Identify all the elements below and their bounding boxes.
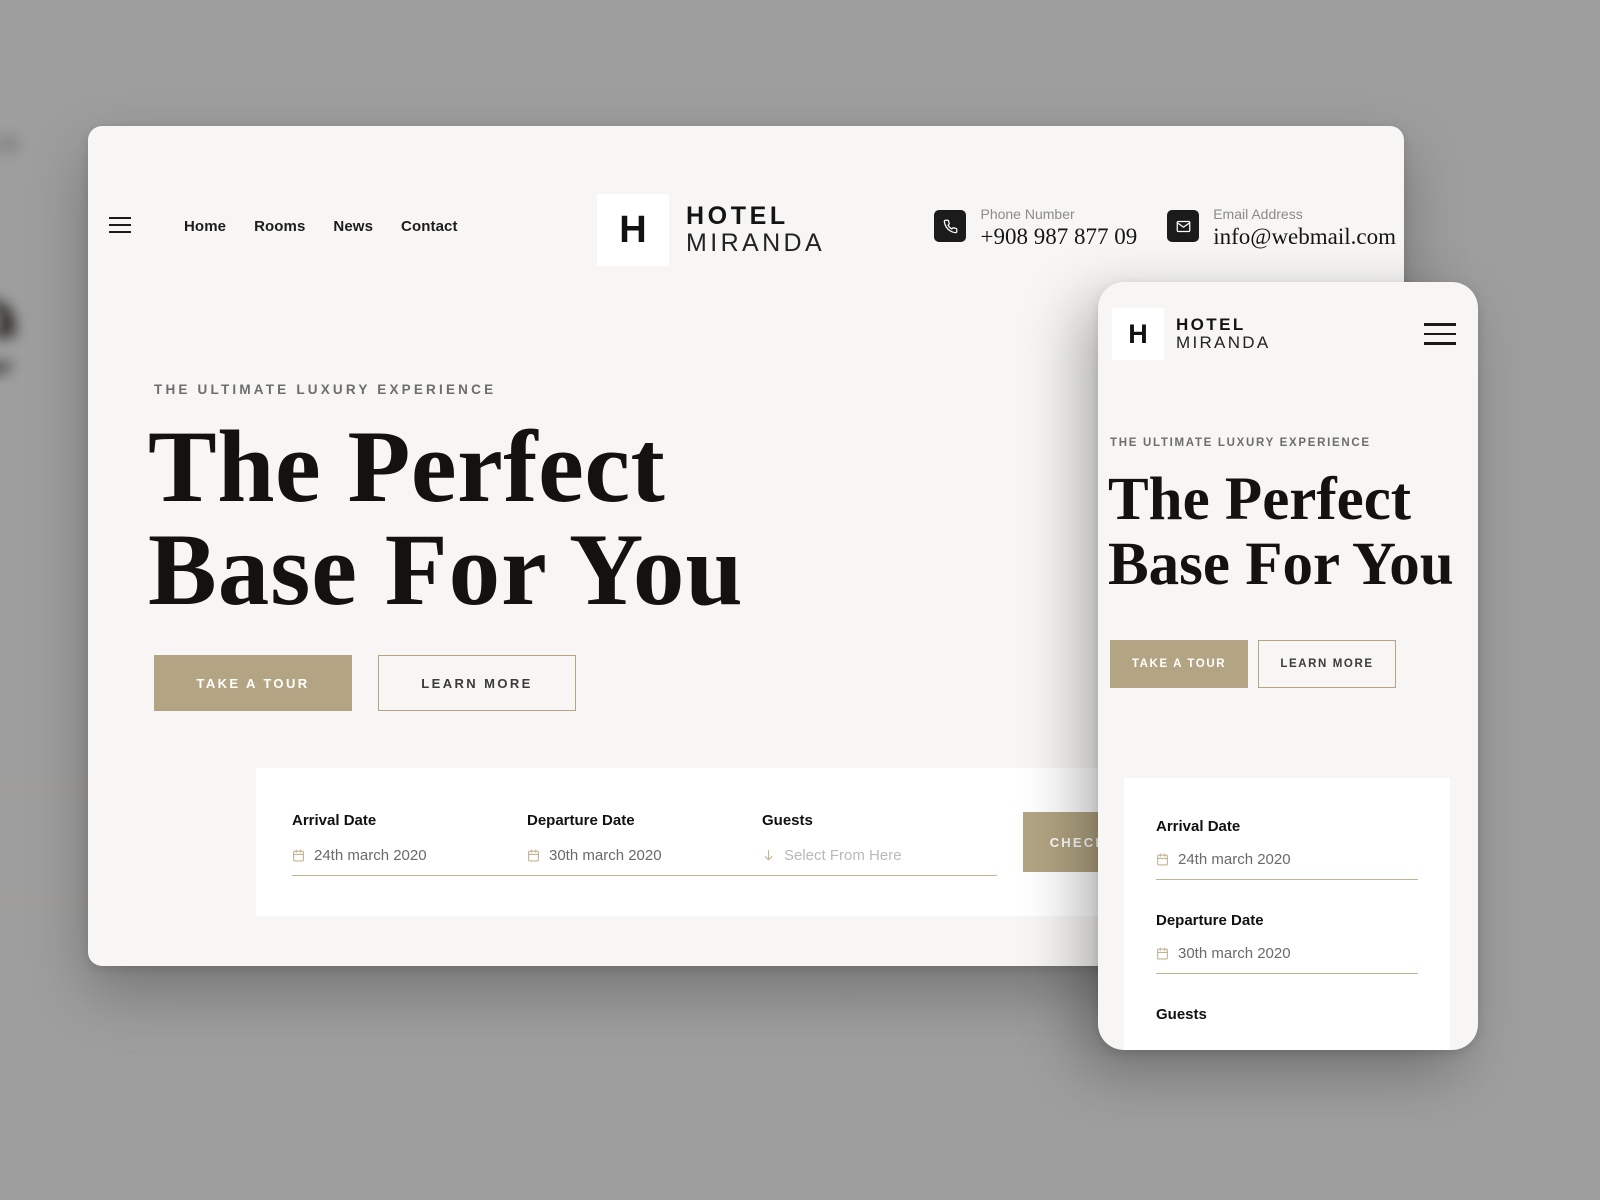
mobile-hero-eyebrow: THE ULTIMATE LUXURY EXPERIENCE bbox=[1110, 437, 1371, 449]
hamburger-bar bbox=[109, 217, 131, 219]
background-eyebrow-fragment: NCE bbox=[0, 135, 23, 156]
mobile-arrival-date-label: Arrival Date bbox=[1156, 818, 1241, 835]
logo-mark-h: H bbox=[1112, 308, 1164, 360]
mobile-departure-date-label: Departure Date bbox=[1156, 912, 1264, 929]
contact-email-label: Email Address bbox=[1213, 206, 1303, 222]
guests-placeholder: Select From Here bbox=[784, 847, 902, 864]
guests-label: Guests bbox=[762, 812, 813, 829]
mobile-arrival-date-input[interactable]: 24th march 2020 bbox=[1156, 851, 1418, 880]
nav-item-news[interactable]: News bbox=[333, 218, 373, 235]
envelope-icon bbox=[1167, 210, 1200, 242]
mobile-departure-date-value: 30th march 2020 bbox=[1178, 945, 1291, 962]
mobile-logo-name-line-2: MIRANDA bbox=[1176, 333, 1271, 352]
desktop-hero-title-line-2: Base For You bbox=[148, 513, 744, 627]
site-logo[interactable]: H HOTEL MIRANDA bbox=[597, 194, 825, 266]
calendar-icon bbox=[528, 849, 539, 862]
calendar-icon bbox=[1157, 947, 1168, 960]
mobile-arrival-date-field[interactable]: Arrival Date 24th march 2020 bbox=[1156, 818, 1418, 880]
mobile-hamburger-menu-icon[interactable] bbox=[1424, 323, 1456, 345]
nav-item-contact[interactable]: Contact bbox=[401, 218, 458, 235]
logo-name-line-2: MIRANDA bbox=[686, 229, 826, 257]
departure-date-label: Departure Date bbox=[527, 812, 635, 829]
logo-wordmark: HOTEL MIRANDA bbox=[686, 203, 825, 257]
mobile-hero-title-line-2: Base For You bbox=[1108, 531, 1454, 599]
mobile-departure-date-input[interactable]: 30th march 2020 bbox=[1156, 945, 1418, 974]
contact-email-value: info@webmail.com bbox=[1213, 224, 1396, 249]
mobile-site-logo[interactable]: H HOTEL MIRANDA bbox=[1112, 308, 1271, 360]
arrival-date-label: Arrival Date bbox=[292, 812, 377, 829]
arrival-date-field[interactable]: Arrival Date 24th march 2020 bbox=[292, 812, 527, 876]
mobile-departure-date-field[interactable]: Departure Date 30th march 2020 bbox=[1156, 912, 1418, 974]
contact-phone-value: +908 987 877 09 bbox=[980, 224, 1138, 249]
mobile-take-a-tour-button[interactable]: TAKE A TOUR bbox=[1110, 640, 1248, 688]
mobile-hero-title-line-1: The Perfect bbox=[1108, 466, 1412, 533]
mobile-arrival-date-value: 24th march 2020 bbox=[1178, 851, 1291, 868]
mobile-learn-more-button[interactable]: LEARN MORE bbox=[1258, 640, 1396, 688]
hamburger-bar bbox=[1424, 342, 1456, 345]
hamburger-bar bbox=[1424, 323, 1456, 326]
contact-email[interactable]: Email Address info@webmail.com bbox=[1167, 206, 1396, 250]
logo-mark-h: H bbox=[597, 194, 669, 266]
learn-more-button[interactable]: LEARN MORE bbox=[378, 655, 576, 711]
desktop-hero-title: The Perfect Base For You bbox=[148, 416, 744, 622]
calendar-icon bbox=[293, 849, 304, 862]
desktop-hero-eyebrow: THE ULTIMATE LUXURY EXPERIENCE bbox=[154, 382, 497, 397]
departure-date-value: 30th march 2020 bbox=[549, 847, 662, 864]
arrival-date-input[interactable]: 24th march 2020 bbox=[292, 847, 527, 876]
mobile-device-mockup: H HOTEL MIRANDA THE ULTIMATE LUXURY EXPE… bbox=[1098, 282, 1478, 1050]
mobile-hero-actions: TAKE A TOUR LEARN MORE bbox=[1110, 640, 1396, 688]
hamburger-bar bbox=[1424, 332, 1456, 336]
guests-select[interactable]: Select From Here bbox=[762, 847, 997, 876]
desktop-hero-title-line-1: The Perfect bbox=[148, 410, 666, 524]
mobile-header: H HOTEL MIRANDA bbox=[1098, 282, 1478, 386]
background-title-fragment-1: fe bbox=[0, 235, 21, 407]
mobile-logo-wordmark: HOTEL MIRANDA bbox=[1176, 314, 1271, 353]
mobile-logo-name-line-1: HOTEL bbox=[1176, 314, 1246, 334]
hamburger-menu-icon[interactable] bbox=[109, 217, 131, 233]
nav-item-home[interactable]: Home bbox=[184, 218, 226, 235]
departure-date-field[interactable]: Departure Date 30th march 2020 bbox=[527, 812, 762, 876]
mobile-hero-title: The Perfect Base For You bbox=[1108, 467, 1454, 598]
logo-name-line-1: HOTEL bbox=[686, 202, 789, 230]
calendar-icon bbox=[1157, 853, 1168, 866]
arrival-date-value: 24th march 2020 bbox=[314, 847, 427, 864]
mobile-booking-card: Arrival Date 24th march 2020 Departure D… bbox=[1124, 778, 1450, 1050]
desktop-primary-nav: Home Rooms News Contact bbox=[184, 218, 458, 235]
departure-date-input[interactable]: 30th march 2020 bbox=[527, 847, 762, 876]
guests-field[interactable]: Guests Select From Here bbox=[762, 812, 997, 876]
arrow-down-icon bbox=[764, 850, 773, 861]
mobile-guests-label: Guests bbox=[1156, 1006, 1207, 1023]
hamburger-bar bbox=[109, 224, 131, 226]
take-a-tour-button[interactable]: TAKE A TOUR bbox=[154, 655, 352, 711]
contact-phone-text: Phone Number +908 987 877 09 bbox=[980, 206, 1137, 250]
desktop-hero-actions: TAKE A TOUR LEARN MORE bbox=[154, 655, 576, 711]
hamburger-bar bbox=[109, 231, 131, 233]
phone-icon bbox=[934, 210, 967, 242]
contact-phone-label: Phone Number bbox=[980, 206, 1075, 222]
nav-item-rooms[interactable]: Rooms bbox=[254, 218, 305, 235]
contact-phone[interactable]: Phone Number +908 987 877 09 bbox=[934, 206, 1137, 250]
contact-email-text: Email Address info@webmail.com bbox=[1213, 206, 1396, 250]
mobile-guests-field[interactable]: Guests bbox=[1156, 1006, 1418, 1023]
header-contact-group: Phone Number +908 987 877 09 Email Addre… bbox=[934, 206, 1396, 250]
screenshot-stage: NCE fe r ARN Home Rooms News Contact H bbox=[0, 0, 1600, 1200]
